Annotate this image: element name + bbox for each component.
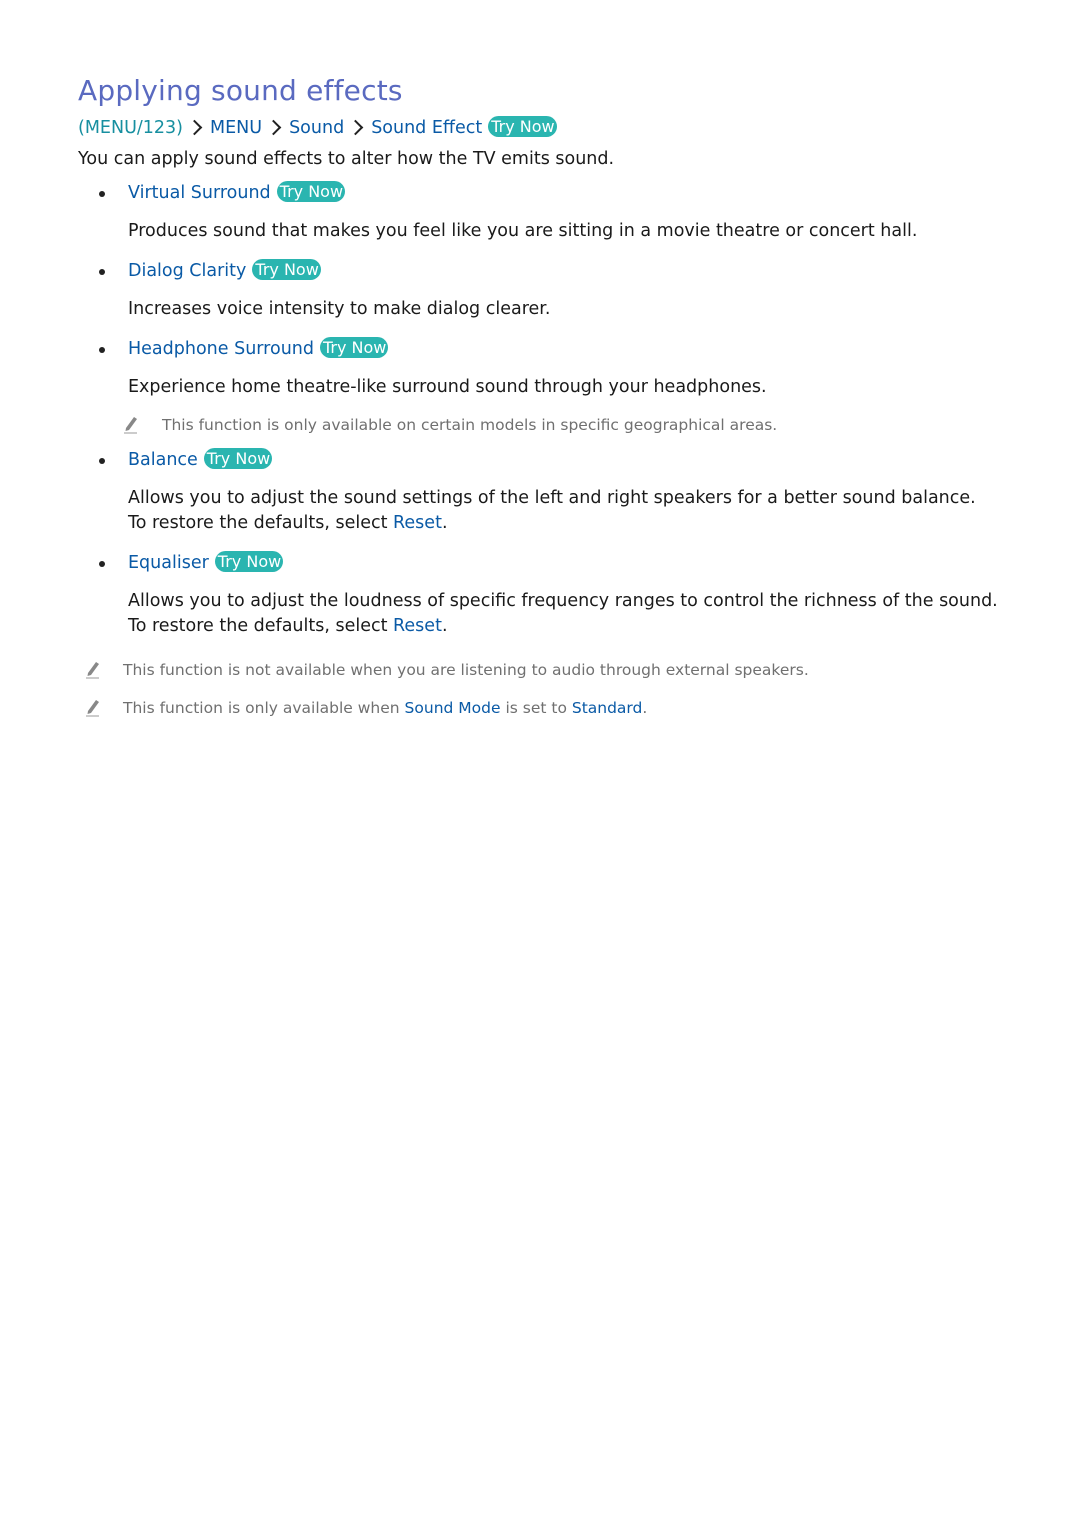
- item-description: Allows you to adjust the loudness of spe…: [128, 589, 1018, 639]
- list-item-virtual-surround: Virtual Surround Try Now Produces sound t…: [78, 181, 1018, 244]
- note: This function is not available when you …: [78, 659, 1018, 681]
- list-item-dialog-clarity: Dialog Clarity Try Now Increases voice in…: [78, 259, 1018, 322]
- chevron-right-icon: [347, 119, 364, 135]
- page-title: Applying sound effects: [78, 74, 403, 107]
- path-step-sound-effect[interactable]: Sound Effect: [371, 118, 482, 138]
- note-text: This function is only available when: [123, 699, 405, 717]
- chevron-right-icon: [265, 119, 282, 135]
- bullet-icon: [99, 191, 105, 197]
- sound-mode-link[interactable]: Sound Mode: [405, 699, 501, 717]
- note-text: .: [642, 699, 648, 717]
- note: This function is only available when Sou…: [78, 697, 1018, 719]
- item-title[interactable]: Balance: [128, 450, 198, 470]
- pencil-icon: [86, 662, 99, 679]
- list-item-balance: Balance Try Now Allows you to adjust the …: [78, 448, 1018, 536]
- try-now-button[interactable]: Try Now: [276, 181, 346, 202]
- note-text: This function is not available when you …: [123, 661, 809, 679]
- note-text: is set to: [500, 699, 572, 717]
- path-step-sound[interactable]: Sound: [289, 118, 344, 138]
- description-text: Allows you to adjust the loudness of spe…: [128, 591, 998, 636]
- note: This function is only available on certa…: [124, 414, 1018, 436]
- description-text: To restore the defaults, select: [128, 513, 394, 533]
- pencil-icon: [86, 700, 99, 717]
- description-text: Allows you to adjust the sound settings …: [128, 488, 976, 508]
- standard-link[interactable]: Standard: [572, 699, 643, 717]
- try-now-button[interactable]: Try Now: [488, 116, 557, 137]
- bullet-icon: [99, 458, 105, 464]
- reset-link[interactable]: Reset: [393, 616, 442, 636]
- list-item-equaliser: Equaliser Try Now Allows you to adjust th…: [78, 551, 1018, 639]
- bullet-icon: [99, 347, 105, 353]
- try-now-button[interactable]: Try Now: [252, 259, 321, 280]
- item-title[interactable]: Dialog Clarity: [128, 261, 246, 281]
- intro-text: You can apply sound effects to alter how…: [78, 149, 615, 169]
- effects-list: Virtual Surround Try Now Produces sound t…: [78, 181, 1018, 639]
- item-title[interactable]: Virtual Surround: [128, 183, 271, 203]
- try-now-button[interactable]: Try Now: [214, 551, 284, 572]
- item-description: Increases voice intensity to make dialog…: [128, 299, 551, 319]
- item-description: Produces sound that makes you feel like …: [128, 221, 918, 241]
- bullet-icon: [99, 561, 105, 567]
- reset-link[interactable]: Reset: [393, 513, 442, 533]
- try-now-button[interactable]: Try Now: [203, 448, 273, 469]
- pencil-icon: [124, 417, 137, 434]
- item-description: Experience home theatre-like surround so…: [128, 377, 767, 397]
- path-root: (MENU/123): [78, 118, 184, 138]
- note-text: This function is only available on certa…: [162, 416, 778, 434]
- path-step-menu[interactable]: MENU: [210, 118, 262, 138]
- item-title[interactable]: Equaliser: [128, 553, 209, 573]
- description-text: .: [441, 513, 448, 533]
- description-text: .: [441, 616, 448, 636]
- bullet-icon: [99, 269, 105, 275]
- item-description: Allows you to adjust the sound settings …: [128, 486, 1018, 536]
- document-page: Applying sound effects (MENU/123) MENU Sou…: [78, 72, 1018, 719]
- try-now-button[interactable]: Try Now: [319, 337, 389, 358]
- chevron-right-icon: [186, 119, 203, 135]
- list-item-headphone-surround: Headphone Surround Try Now Experience hom…: [78, 337, 1018, 436]
- menu-path: (MENU/123) MENU Sound Sound Effect Try Now: [78, 116, 1018, 140]
- item-title[interactable]: Headphone Surround: [128, 339, 314, 359]
